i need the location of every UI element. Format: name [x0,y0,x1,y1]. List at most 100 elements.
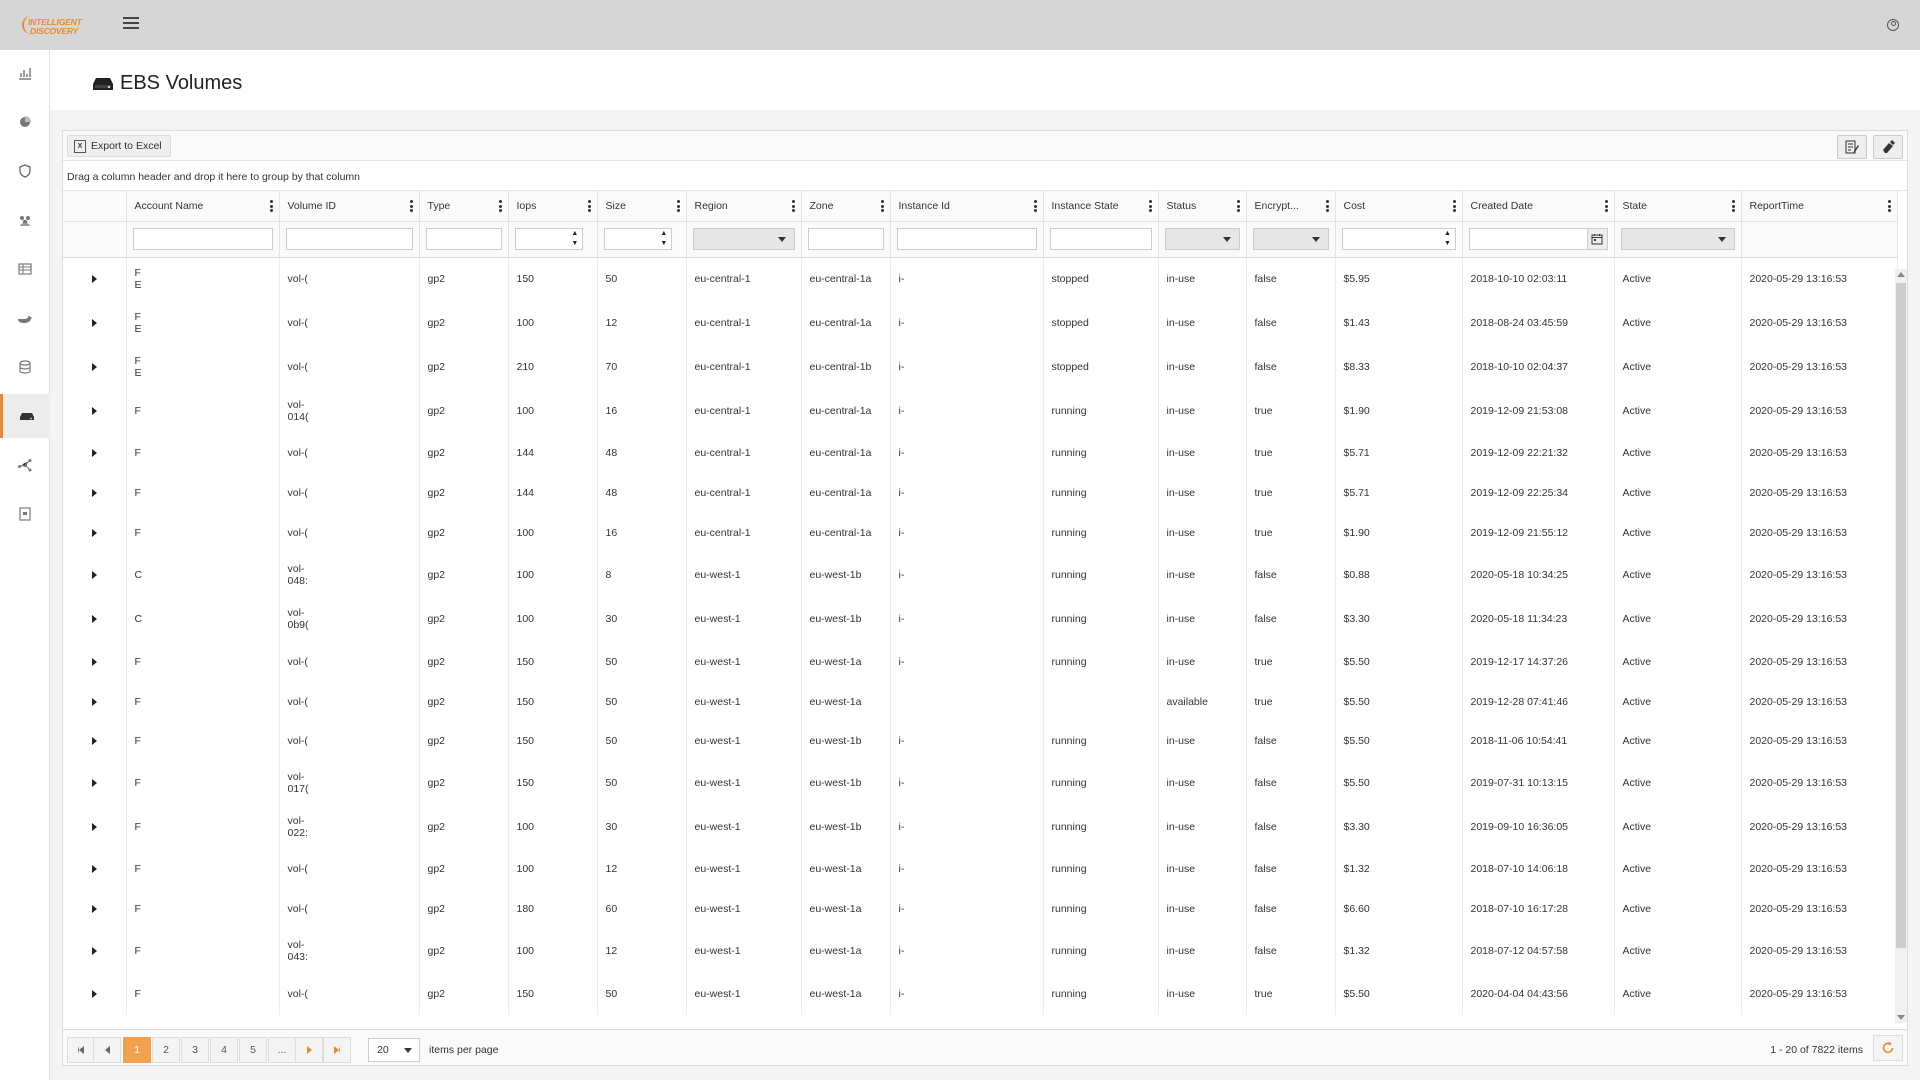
filter-dropdown[interactable] [692,228,795,250]
sidebar-item-pie-chart[interactable] [0,100,50,144]
expand-cell[interactable] [63,257,127,301]
expand-cell[interactable] [63,641,127,683]
filter-text-input[interactable] [425,228,502,250]
expand-row-icon[interactable] [92,823,97,831]
column-header-size[interactable]: Size [597,191,687,222]
edit-columns-button[interactable] [1837,135,1867,159]
spinner-icon[interactable]: ▲ ▼ [1441,229,1455,249]
column-header-created-date[interactable]: Created Date [1462,191,1615,222]
expand-cell[interactable] [63,849,127,889]
table-row[interactable]: Fvol-(gp2 150 50 eu-west-1 eu-west-1b i-runni… [63,721,1898,761]
user-account-icon[interactable] [1887,19,1899,31]
column-menu-icon[interactable] [1887,200,1891,212]
column-menu-icon[interactable] [1604,200,1608,212]
table-row[interactable]: Cvol- 048: gp2 100 8 eu-west-1 eu-west-1b i-run… [63,553,1898,597]
expand-row-icon[interactable] [92,489,97,497]
column-menu-icon[interactable] [1452,200,1456,212]
column-menu-icon[interactable] [676,200,680,212]
table-row[interactable]: Fvol- 022: gp2 100 30 eu-west-1 eu-west-1b i-ru… [63,805,1898,849]
column-menu-icon[interactable] [1033,200,1037,212]
column-menu-icon[interactable] [1236,200,1240,212]
expand-cell[interactable] [63,345,127,389]
column-header-cost[interactable]: Cost [1335,191,1463,222]
table-row[interactable]: F Evol-(gp2 210 70 eu-central-1 eu-central-1b… [63,345,1898,389]
expand-row-icon[interactable] [92,737,97,745]
expand-cell[interactable] [63,805,127,849]
expand-cell[interactable] [63,513,127,553]
table-row[interactable]: Fvol-(gp2 150 50 eu-west-1 eu-west-1a i-runni… [63,973,1898,1015]
table-row[interactable]: Fvol-(gp2 150 50 eu-west-1 eu-west-1a availab… [63,683,1898,721]
page-button-1[interactable]: 1 [123,1037,151,1063]
column-header-instance-state[interactable]: Instance State [1043,191,1159,222]
first-page-button[interactable] [67,1037,95,1063]
filter-dropdown[interactable] [1620,228,1735,250]
filter-dropdown[interactable] [1164,228,1240,250]
filter-numeric-input[interactable]: ▲ ▼ [514,228,583,250]
export-excel-button[interactable]: X Export to Excel [67,135,171,157]
filter-text-input[interactable] [1049,228,1152,250]
expand-cell[interactable] [63,433,127,473]
expand-row-icon[interactable] [92,615,97,623]
expand-row-icon[interactable] [92,363,97,371]
column-menu-icon[interactable] [409,200,413,212]
column-header-zone[interactable]: Zone [801,191,891,222]
expand-cell[interactable] [63,929,127,973]
column-header-encrypt[interactable]: Encrypt... [1246,191,1336,222]
column-header-iops[interactable]: Iops [508,191,598,222]
column-menu-icon[interactable] [1325,200,1329,212]
table-row[interactable]: Fvol- 017(gp2 150 50 eu-west-1 eu-west-1b i-ru… [63,761,1898,805]
table-row[interactable]: Fvol- 043: gp2 100 12 eu-west-1 eu-west-1a i-ru… [63,929,1898,973]
column-menu-icon[interactable] [1148,200,1152,212]
column-header-reporttime[interactable]: ReportTime [1741,191,1898,222]
vertical-scrollbar[interactable] [1895,269,1907,1023]
column-header-state[interactable]: State [1614,191,1742,222]
expand-row-icon[interactable] [92,407,97,415]
spinner-icon[interactable]: ▲ ▼ [657,229,671,249]
expand-cell[interactable] [63,761,127,805]
expand-cell[interactable] [63,683,127,721]
expand-row-icon[interactable] [92,698,97,706]
table-row[interactable]: Fvol-(gp2 100 16 eu-central-1 eu-central-1a i… [63,513,1898,553]
scroll-up-icon[interactable] [1897,272,1905,277]
prev-page-button[interactable] [93,1037,121,1063]
clear-filters-button[interactable] [1873,135,1903,159]
filter-dropdown[interactable] [1252,228,1329,250]
column-menu-icon[interactable] [791,200,795,212]
expand-row-icon[interactable] [92,319,97,327]
expand-row-icon[interactable] [92,658,97,666]
sidebar-item-network[interactable] [0,443,50,487]
expand-cell[interactable] [63,889,127,929]
page-size-select[interactable]: 20 [368,1038,420,1062]
expand-cell[interactable] [63,473,127,513]
table-row[interactable]: F Evol-(gp2 100 12 eu-central-1 eu-central-1a… [63,301,1898,345]
filter-text-input[interactable] [285,228,413,250]
scroll-down-icon[interactable] [1897,1015,1905,1020]
sidebar-item-bar-chart[interactable] [0,51,50,95]
filter-text-input[interactable] [807,228,884,250]
expand-row-icon[interactable] [92,275,97,284]
table-row[interactable]: F Evol-(gp2 150 50 eu-central-1 eu-central-1a… [63,257,1898,301]
expand-row-icon[interactable] [92,865,97,873]
page-button-3[interactable]: 3 [181,1037,209,1063]
group-panel[interactable]: Drag a column header and drop it here to… [63,161,1907,191]
expand-cell[interactable] [63,597,127,641]
sidebar-item-database[interactable] [0,345,50,389]
sidebar-item-users[interactable] [0,198,50,242]
table-row[interactable]: Fvol-(gp2 144 48 eu-central-1 eu-central-1a i… [63,473,1898,513]
expand-cell[interactable] [63,973,127,1015]
brand-logo[interactable]: INTELLIGENT DISCOVERY [22,14,90,38]
page-button-4[interactable]: 4 [210,1037,238,1063]
refresh-button[interactable] [1873,1035,1903,1061]
calendar-icon[interactable] [1586,229,1607,249]
table-row[interactable]: Fvol-(gp2 180 60 eu-west-1 eu-west-1a i-runni… [63,889,1898,929]
table-row[interactable]: Fvol-(gp2 144 48 eu-central-1 eu-central-1a i… [63,433,1898,473]
column-header-volume-id[interactable]: Volume ID [279,191,420,222]
filter-text-input[interactable] [132,228,273,250]
column-menu-icon[interactable] [498,200,502,212]
sidebar-item-docker[interactable] [0,296,50,340]
expand-row-icon[interactable] [92,947,97,955]
last-page-button[interactable] [323,1037,351,1063]
table-row[interactable]: Fvol-(gp2 100 12 eu-west-1 eu-west-1a i-runni… [63,849,1898,889]
sidebar-item-shield[interactable] [0,149,50,193]
filter-numeric-input[interactable]: ▲ ▼ [1341,228,1456,250]
